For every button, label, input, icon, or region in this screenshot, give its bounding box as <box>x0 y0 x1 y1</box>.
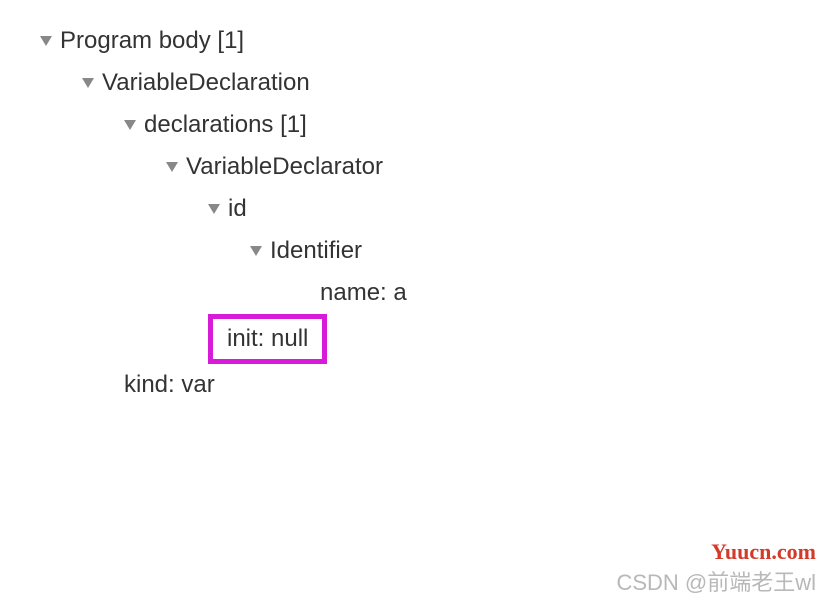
node-label: Identifier <box>270 237 362 265</box>
tree-node-declarations[interactable]: declarations [1] <box>124 104 784 146</box>
node-label: kind: var <box>124 371 215 399</box>
tree-children: VariableDeclaration declarations [1] Var… <box>82 62 784 406</box>
node-label: VariableDeclaration <box>102 69 310 97</box>
node-label: name: a <box>320 279 407 307</box>
tree-node-identifier[interactable]: Identifier <box>250 230 784 272</box>
chevron-down-icon[interactable] <box>166 162 178 172</box>
node-label: init: null <box>227 325 308 353</box>
tree-node-id[interactable]: id <box>208 188 784 230</box>
tree-children: Identifier name: a <box>250 230 784 314</box>
watermark-yuucn: Yuucn.com <box>711 539 816 565</box>
tree-node-variabledeclaration[interactable]: VariableDeclaration <box>82 62 784 104</box>
tree-node-variabledeclarator[interactable]: VariableDeclarator <box>166 146 784 188</box>
chevron-down-icon[interactable] <box>208 204 220 214</box>
chevron-down-icon[interactable] <box>40 36 52 46</box>
tree-node-program[interactable]: Program body [1] <box>40 20 784 62</box>
chevron-down-icon[interactable] <box>82 78 94 88</box>
chevron-down-icon[interactable] <box>124 120 136 130</box>
node-label: id <box>228 195 247 223</box>
chevron-down-icon[interactable] <box>250 246 262 256</box>
highlight-box: init: null <box>208 314 327 364</box>
tree-children: VariableDeclarator id Identifier name: a <box>166 146 784 364</box>
tree-node-init[interactable]: init: null <box>208 314 784 364</box>
node-label: declarations [1] <box>144 111 307 139</box>
watermark-csdn: CSDN @前端老王wl <box>616 565 816 597</box>
tree-node-name[interactable]: name: a <box>320 272 784 314</box>
tree-children: declarations [1] VariableDeclarator id I… <box>124 104 784 406</box>
tree-node-kind[interactable]: kind: var <box>124 364 784 406</box>
node-label: Program body [1] <box>60 27 244 55</box>
node-label: VariableDeclarator <box>186 153 383 181</box>
tree-children: id Identifier name: a init: <box>208 188 784 364</box>
tree-children: name: a <box>292 272 784 314</box>
